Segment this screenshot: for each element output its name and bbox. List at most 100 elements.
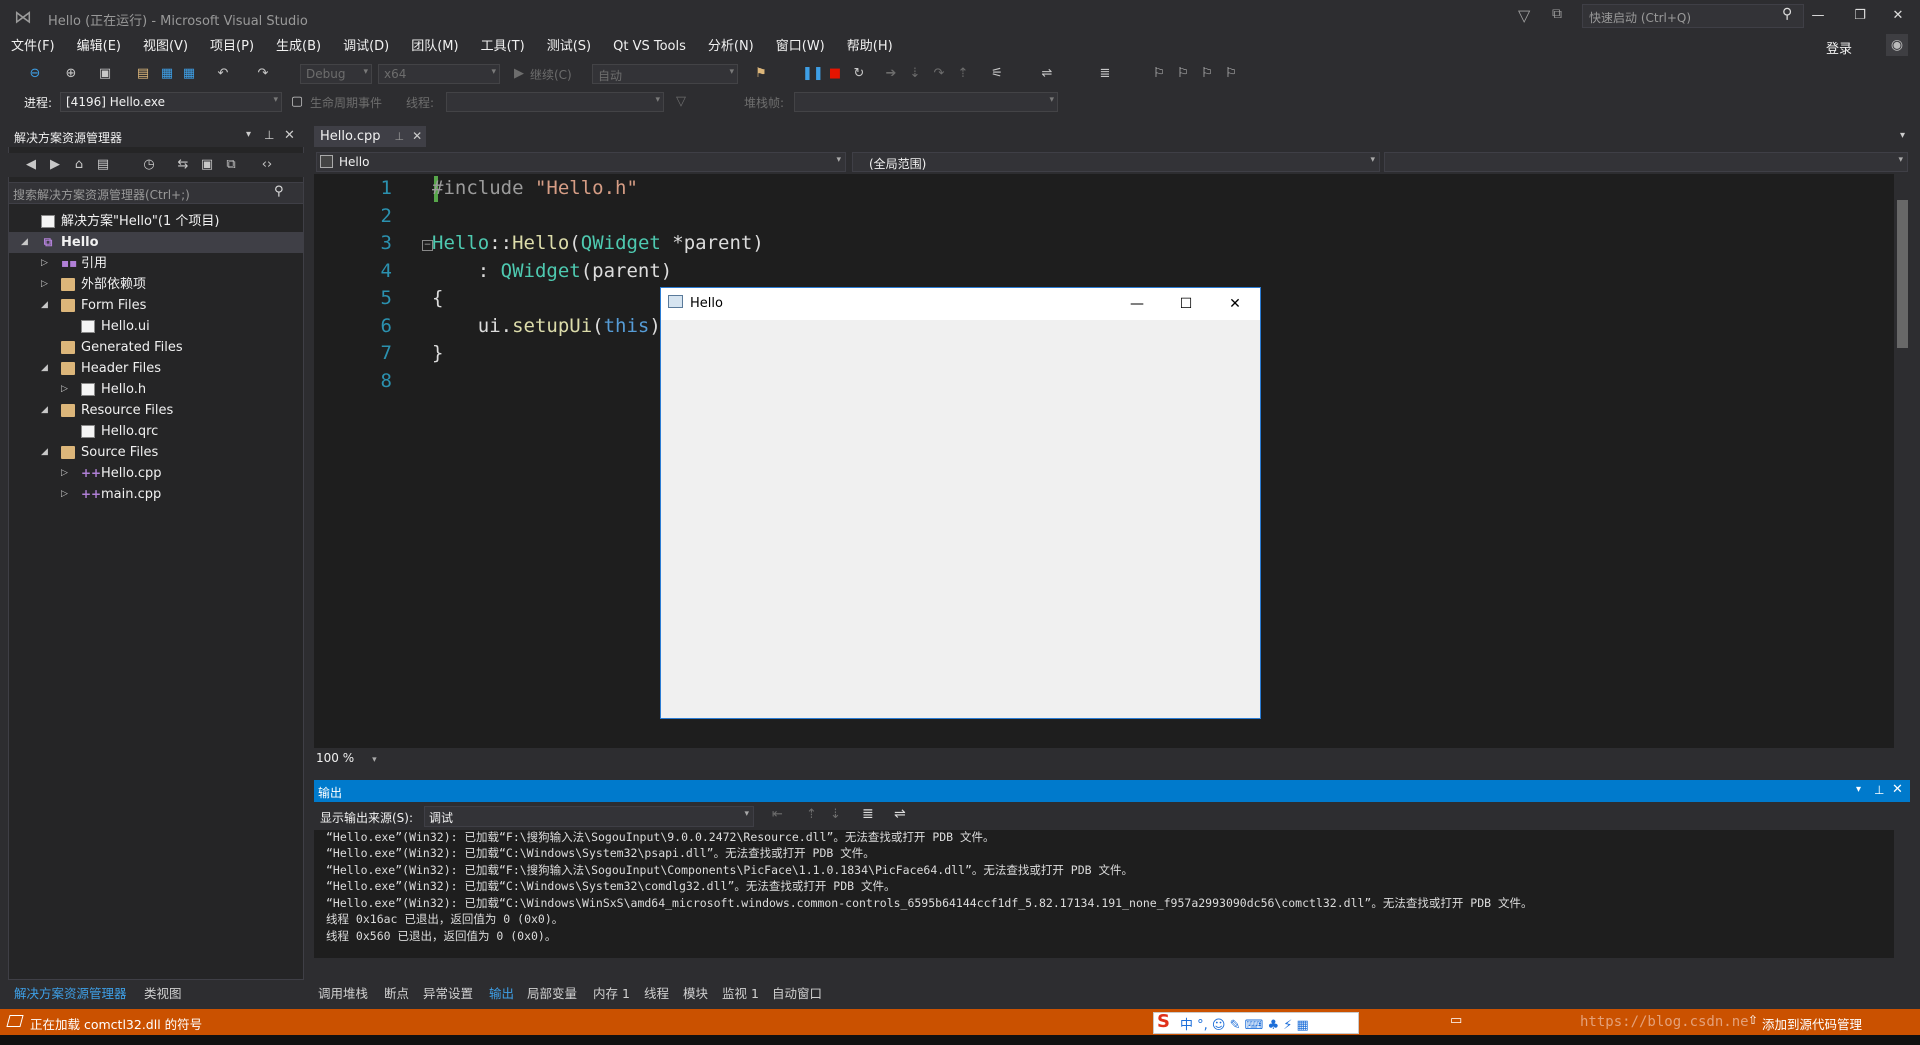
tab-output[interactable]: 输出	[489, 983, 514, 1002]
tab-watch-1[interactable]: 监视 1	[722, 983, 759, 1002]
tree-item[interactable]: ▷ ++ Hello.cpp	[9, 463, 303, 484]
account-icon[interactable]: ◉	[1886, 34, 1908, 56]
feedback-icon[interactable]: ⧉	[1552, 6, 1572, 26]
thread-dropdown[interactable]: ▾	[446, 92, 664, 112]
tab-locals[interactable]: 局部变量	[527, 983, 577, 1002]
stop-icon[interactable]: ■	[826, 65, 844, 83]
word-wrap-icon[interactable]: ⇌	[894, 806, 906, 822]
output-source-dropdown[interactable]: 调试 ▾	[424, 806, 754, 827]
filter-icon[interactable]: ▽	[1518, 6, 1538, 26]
tree-item[interactable]: ▷ ++ main.cpp	[9, 484, 303, 505]
prev-message-icon[interactable]: ⇡	[806, 807, 817, 822]
close-panel-icon[interactable]: ✕	[284, 128, 295, 143]
tree-item[interactable]: 解决方案"Hello"(1 个项目)	[9, 211, 303, 232]
menu-edit[interactable]: 编辑(E)	[66, 36, 132, 58]
solution-explorer-search[interactable]: 搜索解决方案资源管理器(Ctrl+;)	[8, 182, 304, 204]
search-icon[interactable]: ⚲	[1782, 6, 1792, 22]
tree-item[interactable]: Hello.ui	[9, 316, 303, 337]
show-all-files-icon[interactable]: ⧉	[222, 156, 240, 174]
step-over-icon[interactable]: ↷	[930, 65, 948, 83]
hello-close-button[interactable]: ✕	[1211, 288, 1259, 320]
menu-tools[interactable]: 工具(T)	[470, 36, 536, 58]
collapse-arrow-icon[interactable]: ◢	[41, 295, 48, 316]
collapse-all-icon[interactable]: ▣	[198, 156, 216, 174]
continue-button[interactable]: 继续(C)	[530, 66, 572, 83]
expand-arrow-icon[interactable]: ▷	[61, 463, 68, 484]
menu-help[interactable]: 帮助(H)	[836, 36, 904, 58]
forward-icon[interactable]: ⊕	[62, 65, 80, 83]
pin-icon[interactable]: ⊥	[264, 128, 274, 142]
step-into-icon[interactable]: ⇣	[906, 65, 924, 83]
hex-icon[interactable]: ⚟	[988, 65, 1006, 83]
back-icon[interactable]: ⊖	[26, 65, 44, 83]
menu-project[interactable]: 项目(P)	[199, 36, 265, 58]
menu-file[interactable]: 文件(F)	[0, 36, 66, 58]
next-bookmark-icon[interactable]: ⚐	[1198, 65, 1216, 83]
process-dropdown[interactable]: [4196] Hello.exe ▾	[60, 92, 282, 112]
code-view-icon[interactable]: ‹›	[258, 156, 276, 174]
collapse-arrow-icon[interactable]: ◢	[41, 442, 48, 463]
hello-app-window[interactable]	[660, 287, 1261, 719]
scrollbar-thumb[interactable]	[1897, 200, 1908, 348]
pin-icon[interactable]: ⊥	[1874, 783, 1884, 797]
close-button[interactable]: ✕	[1880, 4, 1916, 28]
redo-icon[interactable]: ↷	[254, 65, 272, 83]
tree-item[interactable]: ◢ Source Files	[9, 442, 303, 463]
restore-button[interactable]: ❐	[1842, 4, 1878, 28]
clear-all-icon[interactable]: ≣	[862, 806, 874, 822]
tree-item[interactable]: ▷ ▪▪ 引用	[9, 253, 303, 274]
tab-memory-1[interactable]: 内存 1	[593, 983, 630, 1002]
new-project-icon[interactable]: ▣	[96, 65, 114, 83]
menu-qt-vs-tools[interactable]: Qt VS Tools	[602, 36, 697, 58]
history-icon[interactable]: ◷	[140, 156, 158, 174]
upload-icon[interactable]: ⇧	[1748, 1013, 1758, 1027]
undo-icon[interactable]: ↶	[214, 65, 232, 83]
output-horizontal-scrollbar[interactable]	[314, 960, 1910, 976]
tab-breakpoints[interactable]: 断点	[384, 983, 409, 1002]
filter-threads-icon[interactable]: ▽	[672, 93, 690, 111]
ime-status-icons[interactable]: 中 °, ☺ ✎ ⌨ ♣ ⚡ ▦	[1180, 1014, 1309, 1033]
switch-views-icon[interactable]: ▤	[94, 156, 112, 174]
expand-arrow-icon[interactable]: ▷	[61, 484, 68, 505]
lifecycle-icon[interactable]: ▢	[288, 93, 306, 111]
next-message-icon[interactable]: ⇣	[830, 807, 841, 822]
indent-icon[interactable]: ≣	[1096, 65, 1114, 83]
tab-threads[interactable]: 线程	[644, 983, 669, 1002]
tab-call-stack[interactable]: 调用堆栈	[318, 983, 368, 1002]
tab-solution-explorer[interactable]: 解决方案资源管理器	[14, 983, 127, 1002]
search-icon[interactable]: ⚲	[274, 184, 284, 199]
collapse-arrow-icon[interactable]: ◢	[41, 358, 48, 379]
tree-item[interactable]: ◢ Resource Files	[9, 400, 303, 421]
expand-arrow-icon[interactable]: ▷	[61, 379, 68, 400]
step-out-icon[interactable]: ⇡	[954, 65, 972, 83]
attach-icon[interactable]: ⚑	[752, 65, 770, 83]
minimize-button[interactable]: —	[1800, 4, 1836, 28]
tab-modules[interactable]: 模块	[683, 983, 708, 1002]
collapse-arrow-icon[interactable]: ◢	[41, 400, 48, 421]
sogou-ime-icon[interactable]: S	[1157, 1011, 1170, 1032]
tree-item[interactable]: Generated Files	[9, 337, 303, 358]
pause-icon[interactable]: ❚❚	[802, 65, 824, 83]
notification-icon[interactable]: ▭	[1450, 1013, 1462, 1028]
stack-frame-dropdown[interactable]: ▾	[794, 92, 1058, 112]
expand-arrow-icon[interactable]: ▷	[41, 253, 48, 274]
prev-bookmark-icon[interactable]: ⚐	[1174, 65, 1192, 83]
zoom-control[interactable]: 100 % ▾	[314, 750, 1910, 768]
tab-list-icon[interactable]: ▾	[1900, 130, 1905, 141]
back-icon[interactable]: ◀	[22, 156, 40, 174]
menu-team[interactable]: 团队(M)	[400, 36, 469, 58]
tree-item[interactable]: Hello.qrc	[9, 421, 303, 442]
forward-icon[interactable]: ▶	[46, 156, 64, 174]
pin-icon[interactable]: ⊥	[395, 130, 405, 143]
lifecycle-events-label[interactable]: 生命周期事件	[310, 94, 382, 111]
dropdown-icon[interactable]: ▾	[246, 129, 251, 140]
save-icon[interactable]: ▦	[158, 65, 176, 83]
editor-tab-hello-cpp[interactable]: Hello.cpp ⊥ ✕	[314, 126, 426, 147]
menu-build[interactable]: 生成(B)	[265, 36, 332, 58]
tab-exception-settings[interactable]: 异常设置	[423, 983, 473, 1002]
scope-dropdown[interactable]: (全局范围) ▾	[852, 152, 1380, 172]
sync-icon[interactable]: ⇆	[174, 156, 192, 174]
menu-debug[interactable]: 调试(D)	[332, 36, 400, 58]
tree-item[interactable]: ▷ Hello.h	[9, 379, 303, 400]
dropdown-icon[interactable]: ▾	[1856, 784, 1861, 795]
